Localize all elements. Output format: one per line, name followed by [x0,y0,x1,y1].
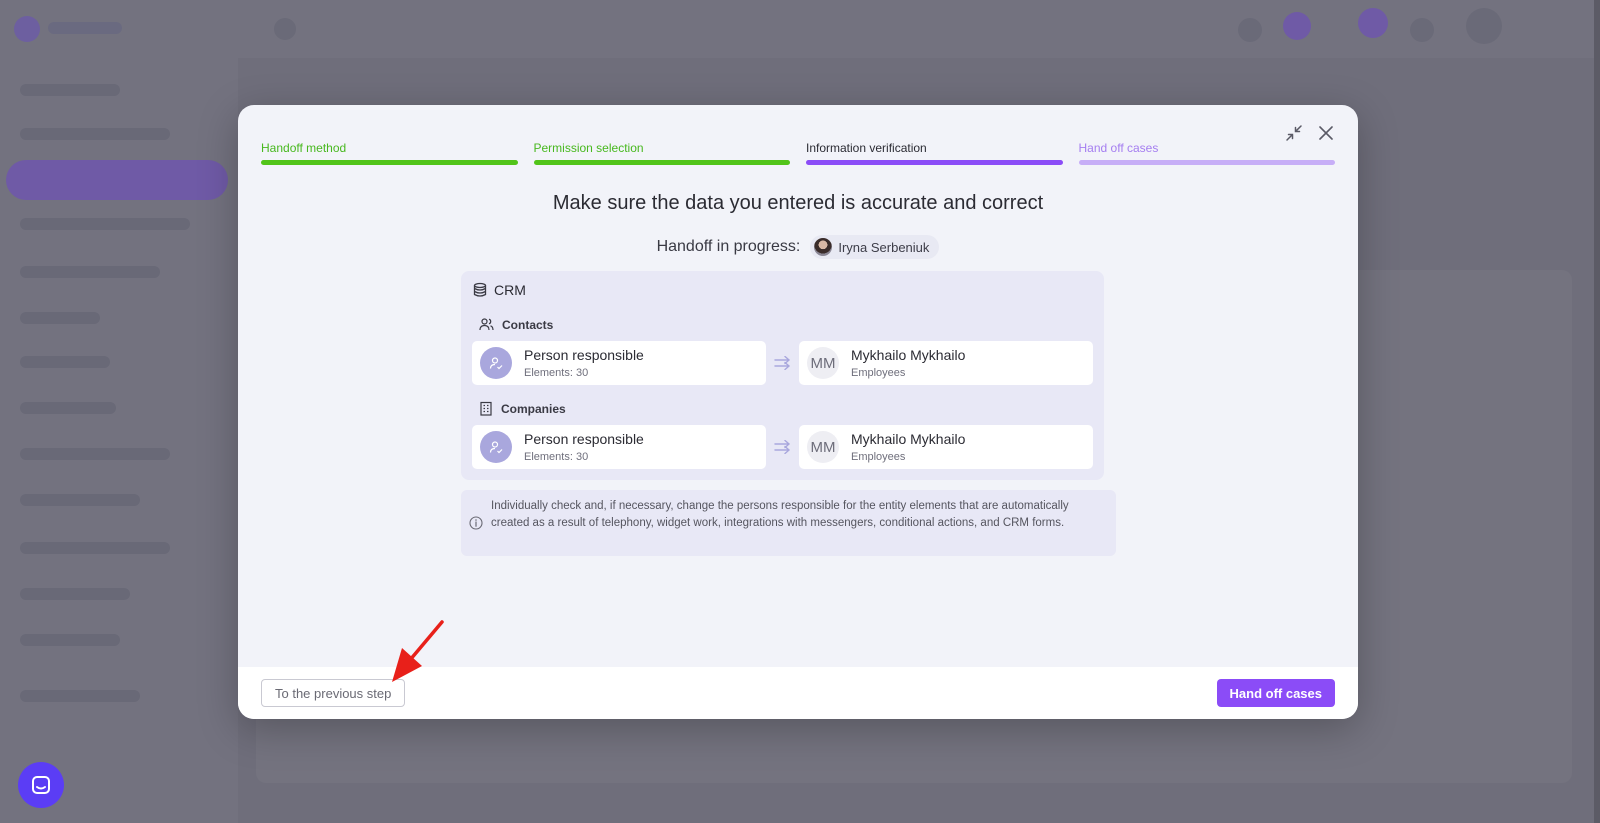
source-title: Person responsible [524,346,644,363]
employee-name: Mykhailo Mykhailo [851,346,966,363]
modal-title: Make sure the data you entered is accura… [552,192,1044,214]
background-nav-item [20,128,170,140]
background-nav-item [20,266,160,278]
step-label: Hand off cases [1078,141,1159,155]
background-avatar [1466,8,1502,44]
crm-header: CRM [472,282,526,298]
background-icon [274,18,296,40]
employee-initials-avatar: MM [807,431,839,463]
employee-name: Mykhailo Mykhailo [851,430,966,447]
step-progress-bar [806,160,1063,165]
handoff-row-companies: Person responsible Elements: 30 MM Mykha… [472,425,1093,469]
chat-icon [32,776,50,794]
handoff-row-contacts: Person responsible Elements: 30 MM Mykha… [472,341,1093,385]
chat-launcher-button[interactable] [18,762,64,808]
collapse-icon [1286,125,1302,141]
employee-role: Employees [851,450,906,463]
avatar [814,238,833,256]
group-header-companies: Companies [479,401,566,416]
step-progress-bar [533,160,790,165]
step-label: Handoff method [261,141,347,155]
step-information-verification: Information verification [806,141,1063,165]
modal-controls [1284,123,1336,143]
background-nav-item [20,84,120,96]
background-nav-item [20,634,120,646]
employee-initials-avatar: MM [807,347,839,379]
background-nav-item [20,356,110,368]
group-header-contacts: Contacts [479,317,553,332]
target-employee-card[interactable]: MM Mykhailo Mykhailo Employees [799,425,1093,469]
background-nav-item [20,312,100,324]
transfer-arrow-icon [773,356,790,370]
source-count: Elements: 30 [524,366,589,379]
step-progress-bar [261,160,518,165]
background-nav-item [20,588,130,600]
background-sidebar [0,0,238,823]
background-nav-item [20,218,190,230]
database-icon [473,282,487,297]
background-scrollbar [1594,0,1600,823]
step-permission-selection: Permission selection [533,141,790,165]
transfer-arrow-icon [773,440,790,454]
background-nav-item [20,494,140,506]
previous-step-button[interactable]: To the previous step [261,679,406,707]
info-notice: Individually check and, if necessary, ch… [461,490,1116,556]
handoff-progress-label: Handoff in progress: [656,238,801,255]
building-icon [480,401,492,416]
annotation-arrow-icon [392,620,444,682]
transfer-arrow [766,356,799,370]
source-title: Person responsible [524,430,644,447]
users-icon [479,318,494,331]
background-icon [1358,8,1388,38]
user-chip: Iryna Serbeniuk [810,235,940,259]
employee-role: Employees [851,366,906,379]
source-responsible-card[interactable]: Person responsible Elements: 30 [472,425,766,469]
close-button[interactable] [1316,123,1336,143]
person-check-icon [480,431,512,463]
background-icon [1410,18,1434,42]
app-logo-text [48,22,122,34]
source-count: Elements: 30 [524,450,589,463]
background-nav-item-active [6,160,228,200]
user-name: Iryna Serbeniuk [838,239,930,255]
person-check-icon [480,347,512,379]
background-icon [1238,18,1262,42]
handoff-progress-row: Handoff in progress: Iryna Serbeniuk [238,235,1358,259]
close-icon [1319,126,1333,140]
background-nav-item [20,448,170,460]
source-responsible-card[interactable]: Person responsible Elements: 30 [472,341,766,385]
minimize-button[interactable] [1284,123,1304,143]
hand-off-cases-button[interactable]: Hand off cases [1216,679,1335,707]
transfer-arrow [766,440,799,454]
step-hand-off-cases: Hand off cases [1078,141,1335,165]
target-employee-card[interactable]: MM Mykhailo Mykhailo Employees [799,341,1093,385]
group-title: Contacts [502,317,554,332]
step-label: Permission selection [533,141,644,155]
group-title: Companies [501,401,566,416]
background-nav-item [20,402,116,414]
step-label: Information verification [806,141,927,155]
info-icon [469,516,483,530]
app-logo-icon [14,16,40,42]
step-handoff-method: Handoff method [261,141,518,165]
background-icon [1283,12,1311,40]
crm-title: CRM [494,282,526,298]
background-topbar [238,0,1600,58]
info-text: Individually check and, if necessary, ch… [491,500,1069,529]
stepper: Handoff method Permission selection Info… [261,141,1335,165]
crm-section: CRM Contacts Person responsible Elements… [461,271,1104,480]
step-progress-bar [1078,160,1335,165]
background-nav-item [20,690,140,702]
background-nav-item [20,542,170,554]
